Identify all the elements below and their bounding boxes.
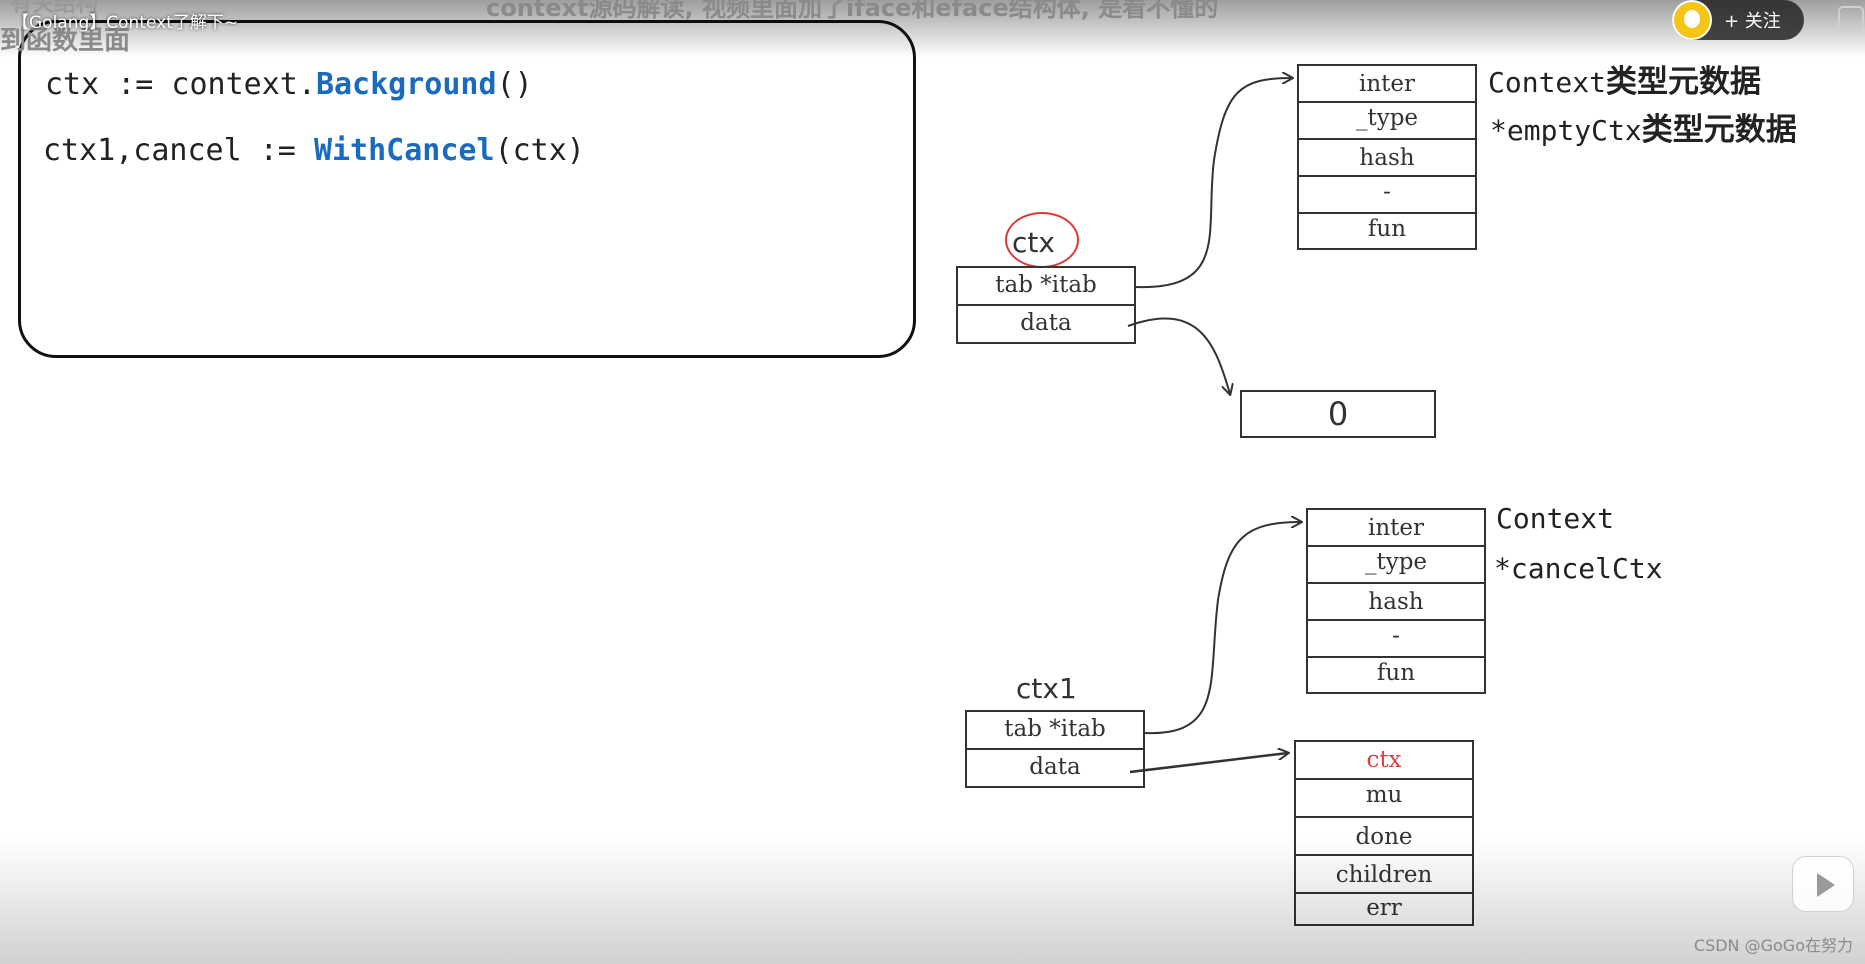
play-icon[interactable] xyxy=(1792,856,1854,912)
scrolling-danmaku-caption: context源码解读, 视频里面加了iface和eface结构体, 是看不懂的 xyxy=(486,0,1219,22)
more-options-icon[interactable] xyxy=(1838,6,1864,32)
pointer-arrows xyxy=(1127,0,1865,774)
follow-label: + 关注 xyxy=(1724,11,1781,32)
follow-button[interactable]: + 关注 xyxy=(1672,0,1804,40)
csdn-watermark: CSDN @GoGo在努力 xyxy=(1693,936,1853,955)
video-frame: ctx := context.Background() ctx1,cancel … xyxy=(0,0,1865,964)
arrow-ctx1-tab-to-itab xyxy=(1144,522,1301,735)
arrow-ctx-tab-to-itab xyxy=(1135,78,1292,289)
video-title: 【Golang】Context了解下~ xyxy=(12,13,239,33)
arrow-ctx-data-to-zero xyxy=(1127,317,1230,394)
arrow-ctx1-data-to-cancelctx xyxy=(1129,753,1288,774)
uploader-avatar[interactable] xyxy=(1672,0,1712,40)
